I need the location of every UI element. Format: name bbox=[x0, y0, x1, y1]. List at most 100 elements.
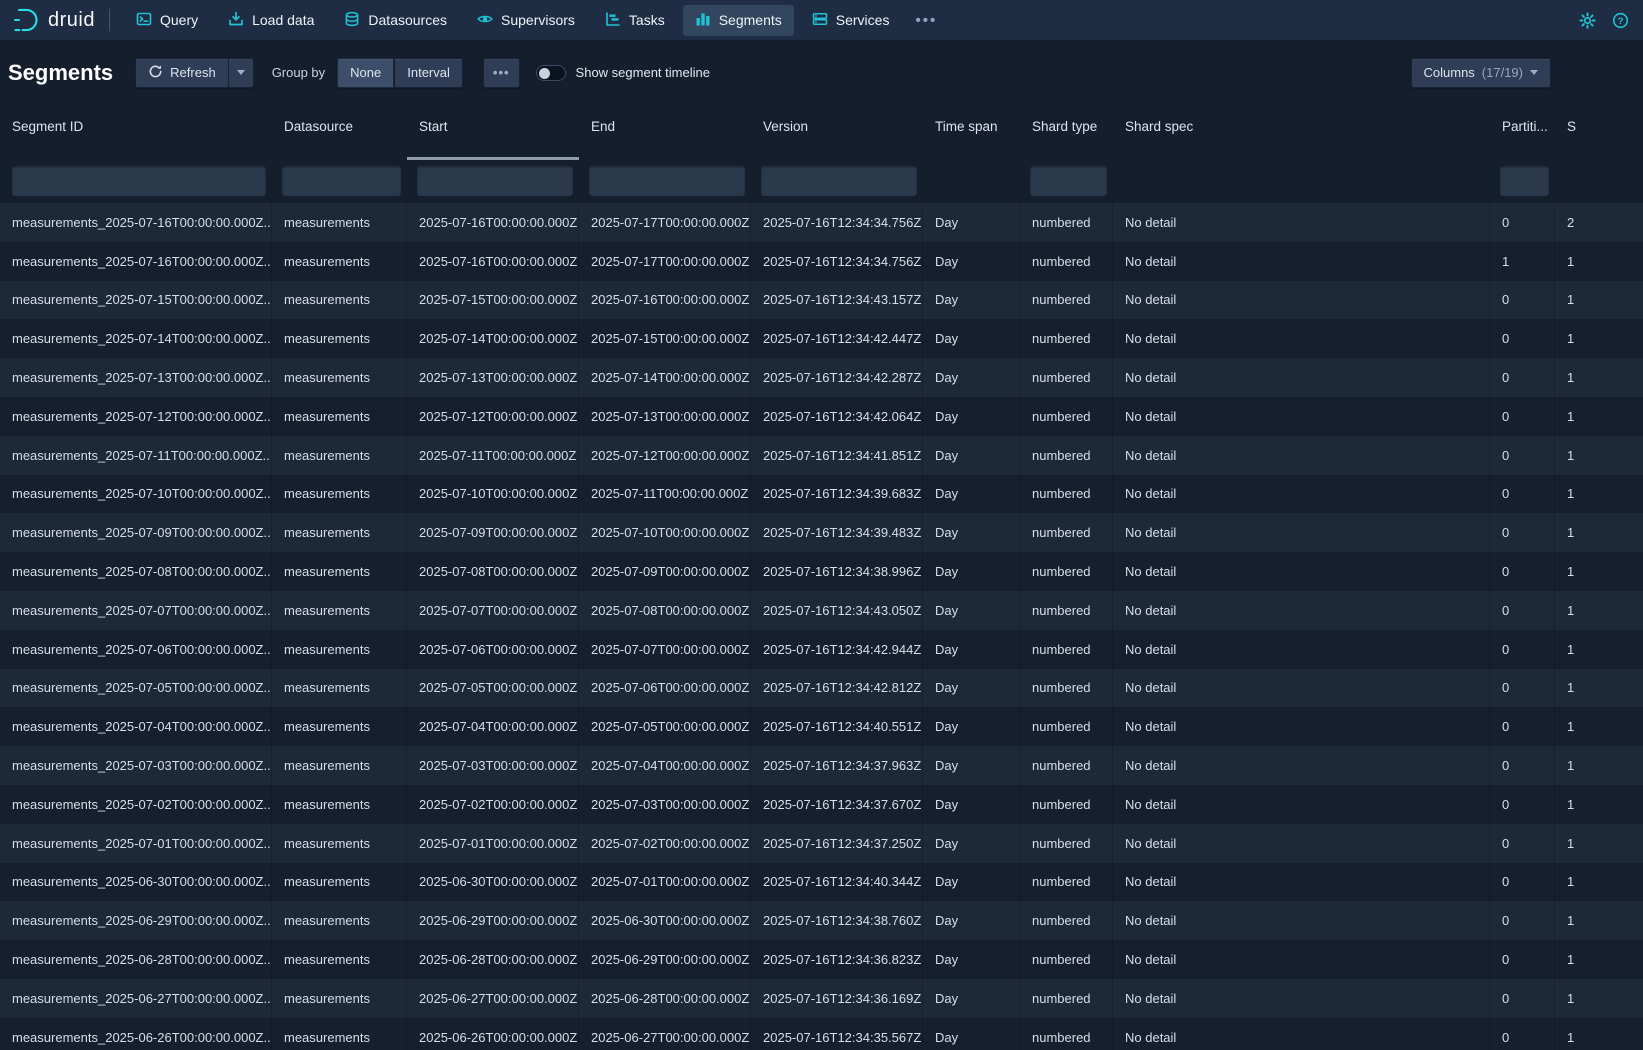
cell-size: 1 bbox=[1555, 940, 1643, 979]
cell-segment-id[interactable]: measurements_2025-07-07T00:00:00.000Z... bbox=[0, 591, 272, 630]
cell-version: 2025-07-16T12:34:37.670Z bbox=[751, 785, 923, 824]
cell-segment-id[interactable]: measurements_2025-07-10T00:00:00.000Z... bbox=[0, 475, 272, 514]
group-by-interval-button[interactable]: Interval bbox=[394, 58, 463, 88]
table-row[interactable]: measurements_2025-07-12T00:00:00.000Z...… bbox=[0, 397, 1643, 436]
column-header-shard-type[interactable]: Shard type bbox=[1020, 105, 1113, 160]
table-row[interactable]: measurements_2025-07-05T00:00:00.000Z...… bbox=[0, 669, 1643, 708]
table-row[interactable]: measurements_2025-07-04T00:00:00.000Z...… bbox=[0, 707, 1643, 746]
table-row[interactable]: measurements_2025-07-06T00:00:00.000Z...… bbox=[0, 630, 1643, 669]
cell-segment-id[interactable]: measurements_2025-06-30T00:00:00.000Z... bbox=[0, 863, 272, 902]
table-row[interactable]: measurements_2025-06-30T00:00:00.000Z...… bbox=[0, 863, 1643, 902]
column-header-start[interactable]: Start bbox=[407, 105, 579, 160]
table-row[interactable]: measurements_2025-07-11T00:00:00.000Z...… bbox=[0, 436, 1643, 475]
cell-segment-id[interactable]: measurements_2025-06-28T00:00:00.000Z... bbox=[0, 940, 272, 979]
filter-partition-input[interactable] bbox=[1500, 166, 1549, 196]
column-header-datasource[interactable]: Datasource bbox=[272, 105, 407, 160]
cell-segment-id[interactable]: measurements_2025-07-13T00:00:00.000Z... bbox=[0, 358, 272, 397]
filter-shard-type-input[interactable] bbox=[1030, 166, 1107, 196]
table-row[interactable]: measurements_2025-07-10T00:00:00.000Z...… bbox=[0, 475, 1643, 514]
nav-item-services[interactable]: Services bbox=[800, 5, 902, 36]
cell-segment-id[interactable]: measurements_2025-07-16T00:00:00.000Z... bbox=[0, 203, 272, 242]
cell-shard-spec: No detail bbox=[1113, 1018, 1490, 1050]
refresh-dropdown-button[interactable] bbox=[228, 58, 254, 88]
cell-shard-spec: No detail bbox=[1113, 707, 1490, 746]
cell-segment-id[interactable]: measurements_2025-07-15T00:00:00.000Z... bbox=[0, 281, 272, 320]
cell-size: 1 bbox=[1555, 242, 1643, 281]
column-header-partition[interactable]: Partiti... bbox=[1490, 105, 1555, 160]
cell-partition: 0 bbox=[1490, 901, 1555, 940]
cell-segment-id[interactable]: measurements_2025-07-16T00:00:00.000Z... bbox=[0, 242, 272, 281]
table-row[interactable]: measurements_2025-07-16T00:00:00.000Z...… bbox=[0, 242, 1643, 281]
table-row[interactable]: measurements_2025-06-29T00:00:00.000Z...… bbox=[0, 901, 1643, 940]
cell-end: 2025-07-09T00:00:00.000Z bbox=[579, 552, 751, 591]
nav-item-query[interactable]: Query bbox=[124, 5, 210, 36]
table-row[interactable]: measurements_2025-07-01T00:00:00.000Z...… bbox=[0, 824, 1643, 863]
table-row[interactable]: measurements_2025-06-27T00:00:00.000Z...… bbox=[0, 979, 1643, 1018]
help-icon[interactable]: ? bbox=[1612, 12, 1629, 29]
chevron-down-icon bbox=[1530, 70, 1538, 75]
cell-segment-id[interactable]: measurements_2025-06-27T00:00:00.000Z... bbox=[0, 979, 272, 1018]
nav-item-supervisors[interactable]: Supervisors bbox=[465, 5, 587, 36]
segments-icon bbox=[695, 11, 711, 30]
table-row[interactable]: measurements_2025-07-03T00:00:00.000Z...… bbox=[0, 746, 1643, 785]
cell-size: 1 bbox=[1555, 513, 1643, 552]
cell-segment-id[interactable]: measurements_2025-07-05T00:00:00.000Z... bbox=[0, 669, 272, 708]
cell-partition: 0 bbox=[1490, 358, 1555, 397]
supervisors-icon bbox=[477, 11, 493, 30]
table-row[interactable]: measurements_2025-07-07T00:00:00.000Z...… bbox=[0, 591, 1643, 630]
table-row[interactable]: measurements_2025-07-08T00:00:00.000Z...… bbox=[0, 552, 1643, 591]
cell-segment-id[interactable]: measurements_2025-07-02T00:00:00.000Z... bbox=[0, 785, 272, 824]
column-header-time-span[interactable]: Time span bbox=[923, 105, 1020, 160]
group-by-none-button[interactable]: None bbox=[337, 58, 394, 88]
cell-segment-id[interactable]: measurements_2025-06-26T00:00:00.000Z... bbox=[0, 1018, 272, 1050]
filter-end-input[interactable] bbox=[589, 166, 745, 196]
column-header-segment-id[interactable]: Segment ID bbox=[0, 105, 272, 160]
table-row[interactable]: measurements_2025-07-15T00:00:00.000Z...… bbox=[0, 281, 1643, 320]
cell-segment-id[interactable]: measurements_2025-07-01T00:00:00.000Z... bbox=[0, 824, 272, 863]
filter-segment-id-input[interactable] bbox=[12, 166, 266, 196]
cell-shard-spec: No detail bbox=[1113, 824, 1490, 863]
table-row[interactable]: measurements_2025-07-02T00:00:00.000Z...… bbox=[0, 785, 1643, 824]
cell-segment-id[interactable]: measurements_2025-07-12T00:00:00.000Z... bbox=[0, 397, 272, 436]
cell-size: 1 bbox=[1555, 281, 1643, 320]
druid-brand[interactable]: druid bbox=[12, 6, 95, 34]
nav-item-load-data[interactable]: Load data bbox=[216, 5, 326, 36]
refresh-button[interactable]: Refresh bbox=[135, 58, 228, 88]
table-row[interactable]: measurements_2025-07-14T00:00:00.000Z...… bbox=[0, 319, 1643, 358]
nav-more-button[interactable]: ••• bbox=[907, 6, 945, 35]
table-row[interactable]: measurements_2025-06-26T00:00:00.000Z...… bbox=[0, 1018, 1643, 1050]
cell-start: 2025-07-02T00:00:00.000Z bbox=[407, 785, 579, 824]
cell-segment-id[interactable]: measurements_2025-07-04T00:00:00.000Z... bbox=[0, 707, 272, 746]
cell-size: 1 bbox=[1555, 436, 1643, 475]
filter-version-input[interactable] bbox=[761, 166, 917, 196]
filter-start-input[interactable] bbox=[417, 166, 573, 196]
table-row[interactable]: measurements_2025-07-09T00:00:00.000Z...… bbox=[0, 513, 1643, 552]
table-row[interactable]: measurements_2025-07-16T00:00:00.000Z...… bbox=[0, 203, 1643, 242]
cell-segment-id[interactable]: measurements_2025-06-29T00:00:00.000Z... bbox=[0, 901, 272, 940]
cell-segment-id[interactable]: measurements_2025-07-06T00:00:00.000Z... bbox=[0, 630, 272, 669]
column-header-size[interactable]: S bbox=[1555, 105, 1643, 160]
segment-timeline-toggle[interactable] bbox=[536, 65, 566, 81]
table-row[interactable]: measurements_2025-07-13T00:00:00.000Z...… bbox=[0, 358, 1643, 397]
more-options-button[interactable]: ••• bbox=[483, 58, 520, 88]
cell-segment-id[interactable]: measurements_2025-07-03T00:00:00.000Z... bbox=[0, 746, 272, 785]
cell-size: 1 bbox=[1555, 358, 1643, 397]
cell-segment-id[interactable]: measurements_2025-07-08T00:00:00.000Z... bbox=[0, 552, 272, 591]
cell-shard-type: numbered bbox=[1020, 203, 1113, 242]
column-header-end[interactable]: End bbox=[579, 105, 751, 160]
cell-segment-id[interactable]: measurements_2025-07-14T00:00:00.000Z... bbox=[0, 319, 272, 358]
column-header-version[interactable]: Version bbox=[751, 105, 923, 160]
columns-button[interactable]: Columns (17/19) bbox=[1411, 58, 1552, 88]
settings-gear-icon[interactable] bbox=[1579, 12, 1596, 29]
cell-segment-id[interactable]: measurements_2025-07-09T00:00:00.000Z... bbox=[0, 513, 272, 552]
cell-time-span: Day bbox=[923, 979, 1020, 1018]
nav-item-tasks[interactable]: Tasks bbox=[593, 5, 677, 36]
cell-segment-id[interactable]: measurements_2025-07-11T00:00:00.000Z... bbox=[0, 436, 272, 475]
cell-start: 2025-06-26T00:00:00.000Z bbox=[407, 1018, 579, 1050]
cell-end: 2025-06-28T00:00:00.000Z bbox=[579, 979, 751, 1018]
column-header-shard-spec[interactable]: Shard spec bbox=[1113, 105, 1490, 160]
filter-datasource-input[interactable] bbox=[282, 166, 401, 196]
nav-item-segments[interactable]: Segments bbox=[683, 5, 794, 36]
table-row[interactable]: measurements_2025-06-28T00:00:00.000Z...… bbox=[0, 940, 1643, 979]
nav-item-datasources[interactable]: Datasources bbox=[332, 5, 459, 36]
